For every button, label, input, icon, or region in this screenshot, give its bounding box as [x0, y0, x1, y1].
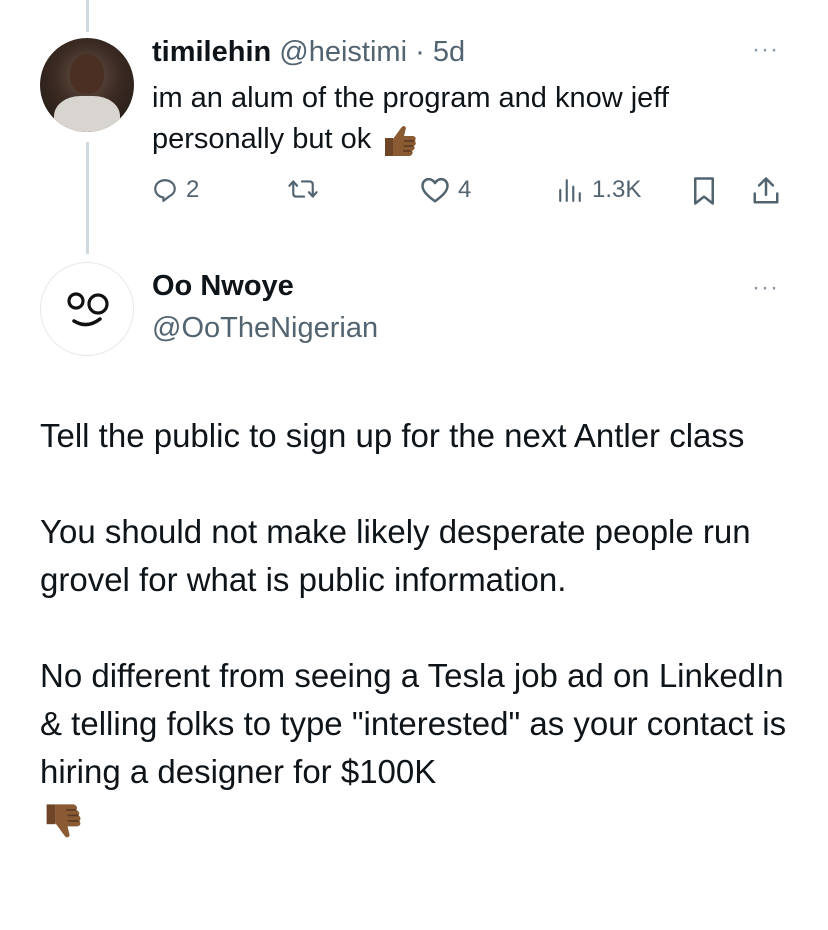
timestamp[interactable]: 5d: [433, 36, 465, 68]
tweet-paragraph: No different from seeing a Tesla job ad …: [40, 652, 800, 844]
like-icon: [421, 177, 449, 203]
more-icon[interactable]: ···: [752, 36, 779, 64]
user-handle[interactable]: @OoTheNigerian: [152, 312, 378, 345]
retweet-icon: [288, 180, 318, 198]
thread-line-top: [86, 0, 89, 32]
avatar-head: [70, 54, 104, 94]
tweet-paragraph: You should not make likely desperate peo…: [40, 513, 751, 598]
view-count: 1.3K: [592, 176, 642, 203]
face-logo-icon: [67, 292, 109, 327]
share-button[interactable]: [752, 176, 780, 206]
bookmark-button[interactable]: [690, 176, 718, 206]
thumbs-up-emoji-icon: [385, 126, 417, 157]
display-name[interactable]: Oo Nwoye: [152, 270, 294, 303]
separator-dot: ·: [415, 36, 425, 68]
user-handle[interactable]: @heistimi: [279, 36, 407, 68]
retweet-button[interactable]: [287, 176, 327, 202]
thumbs-down-emoji-icon: [46, 804, 81, 838]
reply-icon: [154, 179, 176, 202]
tweet-actions: 2 4 1.3K: [0, 176, 828, 212]
tweet-text: Tell the public to sign up for the next …: [40, 412, 800, 844]
display-name[interactable]: timilehin: [152, 36, 271, 68]
avatar-shirt: [54, 96, 120, 132]
bookmark-icon: [694, 177, 714, 205]
share-icon: [753, 177, 779, 204]
like-button[interactable]: 4: [420, 176, 471, 204]
tweet-header: timilehin @heistimi · 5d: [152, 36, 465, 69]
more-icon[interactable]: ···: [752, 274, 779, 302]
reply-count: 2: [186, 176, 200, 203]
tweet-text: im an alum of the program and know jeff …: [152, 78, 772, 160]
avatar[interactable]: [40, 38, 134, 132]
tweet-paragraph: Tell the public to sign up for the next …: [40, 417, 745, 454]
views-icon: [559, 179, 581, 202]
reply-button[interactable]: 2: [152, 176, 199, 204]
avatar-logo[interactable]: [40, 262, 134, 356]
views-button[interactable]: 1.3K: [556, 176, 641, 204]
tweet-paragraph-text: No different from seeing a Tesla job ad …: [40, 657, 787, 790]
like-count: 4: [458, 176, 472, 203]
